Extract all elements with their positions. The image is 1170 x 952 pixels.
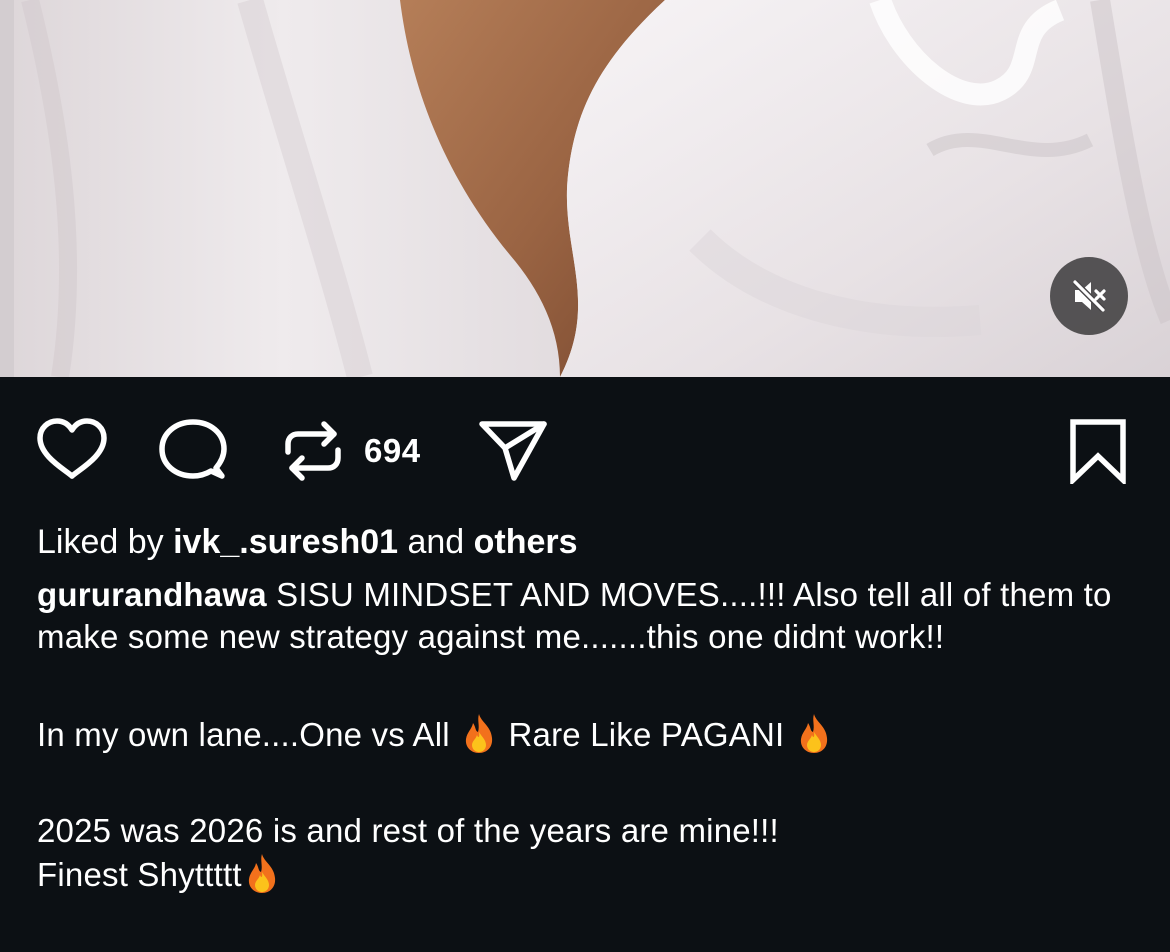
liked-by-others-link[interactable]: others — [474, 523, 578, 561]
caption-username-link[interactable]: gururandhawa — [37, 576, 267, 613]
fire-emoji-icon — [466, 714, 493, 753]
caption-paragraph-1: gururandhawa SISU MINDSET AND MOVES....!… — [37, 574, 1147, 658]
repost-icon — [285, 421, 341, 481]
liked-by-line: Liked by ivk_.suresh01 and others — [37, 522, 578, 562]
bookmark-icon — [1070, 419, 1126, 487]
comment-bubble-icon — [159, 419, 227, 479]
liked-by-middle: and — [398, 523, 474, 561]
caption-text-2b: Rare Like PAGANI — [499, 716, 794, 753]
comment-button[interactable] — [158, 418, 228, 489]
repost-button[interactable] — [282, 418, 344, 489]
liked-by-user-link[interactable]: ivk_.suresh01 — [173, 523, 398, 561]
post-media[interactable] — [0, 0, 1170, 377]
post-action-bar: 694 — [0, 410, 1170, 490]
repost-count: 694 — [364, 432, 421, 469]
caption-text-3: 2025 was 2026 is and rest of the years a… — [37, 812, 779, 849]
caption-paragraph-2: In my own lane....One vs All Rare Like P… — [37, 712, 1147, 756]
liked-by-prefix: Liked by — [37, 523, 174, 561]
caption-text-2a: In my own lane....One vs All — [37, 716, 460, 753]
save-button[interactable] — [1068, 418, 1130, 489]
heart-icon — [37, 418, 107, 479]
speaker-muted-icon — [1072, 279, 1106, 313]
fire-emoji-icon — [800, 714, 827, 753]
like-button[interactable] — [36, 418, 108, 487]
post-caption: gururandhawa SISU MINDSET AND MOVES....!… — [37, 574, 1147, 896]
paper-plane-icon — [479, 421, 547, 481]
caption-paragraph-4: Finest Shyttttt — [37, 852, 1147, 896]
mute-toggle-button[interactable] — [1050, 257, 1128, 335]
caption-text-4: Finest Shyttttt — [37, 856, 242, 893]
share-button[interactable] — [478, 418, 550, 489]
fire-emoji-icon — [248, 854, 275, 893]
post-video-frame — [0, 0, 1170, 377]
caption-paragraph-3: 2025 was 2026 is and rest of the years a… — [37, 810, 1147, 852]
